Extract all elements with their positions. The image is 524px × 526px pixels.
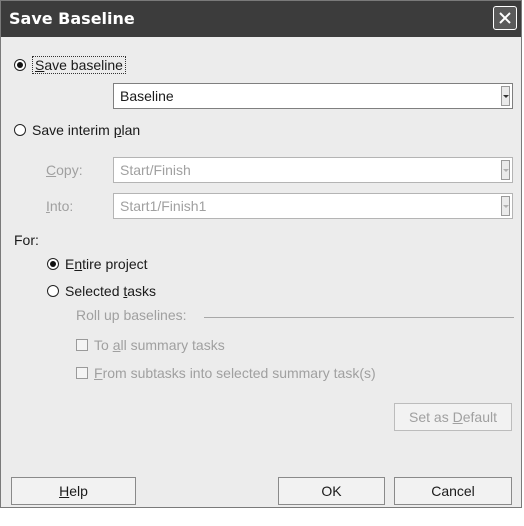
copy-label: Copy:: [46, 162, 83, 178]
chevron-down-icon[interactable]: [501, 160, 510, 180]
save-baseline-text: ave baseline: [44, 57, 123, 73]
entire-project-radio[interactable]: [47, 258, 59, 270]
title-bar: Save Baseline: [1, 1, 521, 37]
copy-select-value: Start/Finish: [120, 162, 191, 178]
chevron-down-icon[interactable]: [501, 86, 510, 106]
copy-select[interactable]: Start/Finish: [113, 157, 513, 183]
save-interim-label: Save interim plan: [32, 122, 141, 138]
into-select[interactable]: Start1/Finish1: [113, 193, 513, 219]
to-all-summary-label: To all summary tasks: [94, 337, 225, 353]
save-interim-radio[interactable]: [14, 124, 26, 136]
cancel-button[interactable]: Cancel: [394, 477, 512, 505]
from-subtasks-checkbox[interactable]: [76, 367, 88, 379]
selected-tasks-radio[interactable]: [47, 285, 59, 297]
close-icon: [499, 12, 511, 24]
into-select-value: Start1/Finish1: [120, 198, 207, 214]
save-interim-option[interactable]: Save interim plan: [14, 122, 140, 138]
entire-project-label: Entire project: [65, 256, 148, 272]
from-subtasks-option[interactable]: From subtasks into selected summary task…: [76, 365, 376, 381]
rollup-label: Roll up baselines:: [76, 307, 187, 323]
rollup-divider: [204, 317, 514, 318]
save-baseline-radio[interactable]: [14, 59, 26, 71]
entire-project-option[interactable]: Entire project: [47, 256, 148, 272]
close-button[interactable]: [493, 6, 517, 30]
dialog-title: Save Baseline: [9, 9, 135, 28]
help-button[interactable]: Help: [11, 477, 136, 505]
from-subtasks-label: From subtasks into selected summary task…: [94, 365, 376, 381]
for-label: For:: [14, 232, 39, 248]
baseline-select-value: Baseline: [120, 88, 174, 104]
set-as-default-button[interactable]: Set as Default: [394, 403, 512, 431]
save-baseline-label: Save baseline: [32, 56, 126, 74]
to-all-summary-option[interactable]: To all summary tasks: [76, 337, 225, 353]
into-label: Into:: [46, 198, 74, 214]
selected-tasks-option[interactable]: Selected tasks: [47, 283, 156, 299]
save-baseline-dialog: Save Baseline Save baseline Baseline Sav…: [0, 0, 522, 508]
baseline-select[interactable]: Baseline: [113, 83, 513, 109]
ok-button[interactable]: OK: [278, 477, 385, 505]
to-all-summary-checkbox[interactable]: [76, 339, 88, 351]
save-baseline-option[interactable]: Save baseline: [14, 56, 126, 74]
chevron-down-icon[interactable]: [501, 196, 510, 216]
selected-tasks-label: Selected tasks: [65, 283, 157, 299]
